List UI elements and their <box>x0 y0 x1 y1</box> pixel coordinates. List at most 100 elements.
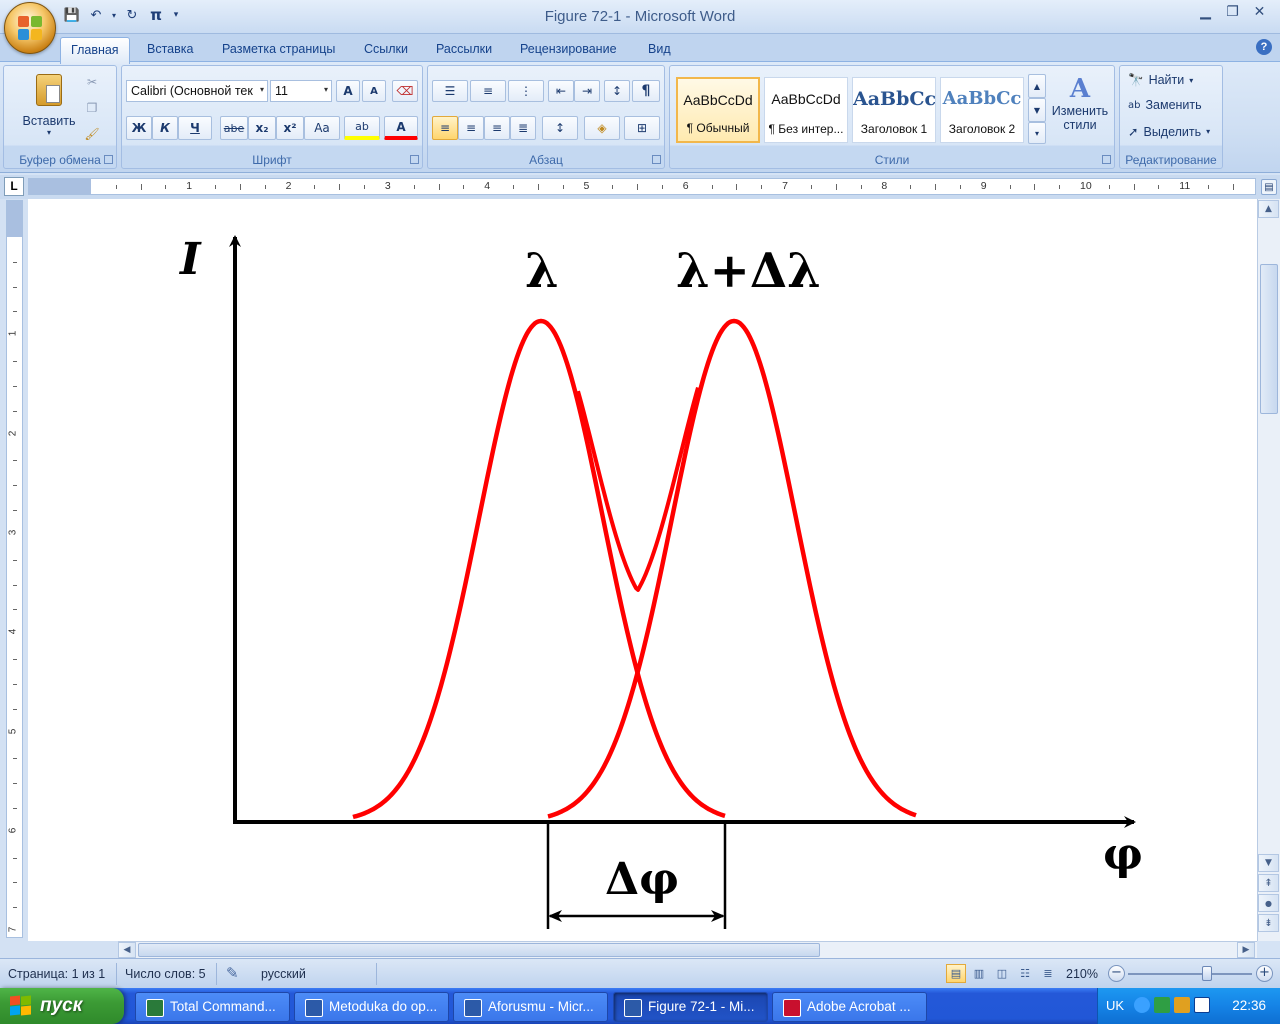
shading-icon[interactable]: ◈ <box>584 116 620 140</box>
sort-icon[interactable]: ↕ <box>604 80 630 102</box>
clear-formatting-icon[interactable]: ⌫ <box>392 80 418 102</box>
keyboard-language[interactable]: UK <box>1106 998 1124 1013</box>
copy-icon[interactable]: ❐ <box>82 98 102 118</box>
taskbar-item-total-commander[interactable]: Total Command... <box>135 992 290 1022</box>
full-screen-reading-view-icon[interactable]: ▥ <box>969 964 989 983</box>
paste-button[interactable]: Вставить ▾ <box>18 70 80 150</box>
show-marks-button[interactable]: ¶ <box>632 80 660 102</box>
horizontal-scrollbar[interactable]: ◀ ▶ <box>118 941 1257 958</box>
select-button[interactable]: ➚ Выделить ▾ <box>1128 124 1210 139</box>
change-case-button[interactable]: Aa <box>304 116 340 140</box>
numbering-icon[interactable]: ≡ <box>470 80 506 102</box>
horizontal-ruler[interactable]: 1 2 3 4 5 6 7 8 9 10 11 <box>28 178 1256 195</box>
format-painter-icon[interactable]: 🖌 <box>82 124 102 144</box>
page-count[interactable]: Страница: 1 из 1 <box>8 967 105 981</box>
device-tray-icon[interactable] <box>1174 997 1190 1013</box>
strikethrough-button[interactable]: abe <box>220 116 248 140</box>
justify-icon[interactable]: ≣ <box>510 116 536 140</box>
taskbar-item-metoduka[interactable]: Metoduka do op... <box>294 992 449 1022</box>
bullets-icon[interactable]: ☰ <box>432 80 468 102</box>
replace-button[interactable]: ab Заменить <box>1128 98 1202 112</box>
borders-icon[interactable]: ⊞ <box>624 116 660 140</box>
zoom-slider-track[interactable] <box>1128 973 1252 975</box>
style-heading-2[interactable]: AaBbCc Заголовок 2 <box>940 77 1024 143</box>
find-button[interactable]: 🔭 Найти ▾ <box>1128 72 1193 88</box>
tab-insert[interactable]: Вставка <box>147 40 193 62</box>
start-button[interactable]: пуск <box>0 988 124 1024</box>
highlight-button[interactable]: ab <box>344 116 380 140</box>
change-styles-button[interactable]: A Изменить стили <box>1048 72 1112 150</box>
close-icon[interactable]: ✕ <box>1247 4 1272 24</box>
grow-font-button[interactable]: A <box>336 80 360 102</box>
font-name-combo[interactable]: Calibri (Основной тек ▾ <box>126 80 268 102</box>
styles-more-icon[interactable]: ▾ <box>1028 122 1046 144</box>
align-left-icon[interactable]: ≡ <box>432 116 458 140</box>
shrink-font-button[interactable]: A <box>362 80 386 102</box>
underline-button[interactable]: Ч <box>178 116 212 140</box>
zoom-slider-thumb[interactable] <box>1202 966 1212 981</box>
tab-review[interactable]: Рецензирование <box>520 40 617 62</box>
spelling-check-icon[interactable]: ✎ <box>226 964 239 982</box>
draft-view-icon[interactable]: ≣ <box>1038 964 1058 983</box>
tab-page-layout[interactable]: Разметка страницы <box>222 40 335 62</box>
style-no-spacing[interactable]: AaBbCcDd ¶ Без интер... <box>764 77 848 143</box>
paragraph-launcher-icon[interactable] <box>652 155 661 164</box>
scroll-down-icon[interactable]: ▼ <box>1258 854 1279 872</box>
help-icon[interactable]: ? <box>1256 39 1272 55</box>
next-page-icon[interactable]: ⇟ <box>1258 914 1279 932</box>
style-normal[interactable]: AaBbCcDd ¶ Обычный <box>676 77 760 143</box>
vertical-scroll-thumb[interactable] <box>1260 264 1278 414</box>
tab-mailings[interactable]: Рассылки <box>436 40 492 62</box>
line-spacing-icon[interactable]: ↕ <box>542 116 578 140</box>
clipboard-launcher-icon[interactable] <box>104 155 113 164</box>
styles-scroll-down-icon[interactable]: ▼ <box>1028 98 1046 122</box>
zoom-out-icon[interactable]: − <box>1108 965 1125 982</box>
align-right-icon[interactable]: ≡ <box>484 116 510 140</box>
scroll-up-icon[interactable]: ▲ <box>1258 200 1279 218</box>
increase-indent-icon[interactable]: ⇥ <box>574 80 600 102</box>
italic-button[interactable]: К <box>152 116 178 140</box>
scroll-right-icon[interactable]: ▶ <box>1237 942 1255 958</box>
print-layout-view-icon[interactable]: ▤ <box>946 964 966 983</box>
media-player-icon[interactable] <box>1194 997 1210 1013</box>
superscript-button[interactable]: x² <box>276 116 304 140</box>
font-color-button[interactable]: A <box>384 116 418 140</box>
outline-view-icon[interactable]: ☷ <box>1015 964 1035 983</box>
vertical-ruler[interactable]: 1 2 3 4 5 6 7 <box>6 200 23 938</box>
app-tray-icon[interactable] <box>1154 997 1170 1013</box>
clock[interactable]: 22:36 <box>1232 998 1266 1013</box>
vertical-scrollbar[interactable]: ▲ ▼ ⇞ ● ⇟ <box>1257 199 1280 941</box>
minimize-icon[interactable]: ▁ <box>1193 4 1218 24</box>
network-icon[interactable] <box>1134 997 1150 1013</box>
taskbar-item-aforusmu[interactable]: Aforusmu - Micr... <box>453 992 608 1022</box>
horizontal-scroll-thumb[interactable] <box>138 943 820 957</box>
font-size-combo[interactable]: 11 ▾ <box>270 80 332 102</box>
tab-references[interactable]: Ссылки <box>364 40 408 62</box>
scroll-left-icon[interactable]: ◀ <box>118 942 136 958</box>
subscript-button[interactable]: x₂ <box>248 116 276 140</box>
web-layout-view-icon[interactable]: ◫ <box>992 964 1012 983</box>
taskbar-item-figure-72-1[interactable]: Figure 72-1 - Mi... <box>613 992 768 1022</box>
multilevel-list-icon[interactable]: ⋮ <box>508 80 544 102</box>
previous-page-icon[interactable]: ⇞ <box>1258 874 1279 892</box>
align-center-icon[interactable]: ≡ <box>458 116 484 140</box>
view-ruler-icon[interactable]: ▤ <box>1261 179 1277 195</box>
document-page[interactable]: I λ λ+Δλ φ Δφ <box>28 199 1257 941</box>
tab-view[interactable]: Вид <box>648 40 671 62</box>
word-count[interactable]: Число слов: 5 <box>125 967 206 981</box>
styles-launcher-icon[interactable] <box>1102 155 1111 164</box>
restore-icon[interactable]: ❐ <box>1220 4 1245 24</box>
zoom-level[interactable]: 210% <box>1066 967 1098 981</box>
font-launcher-icon[interactable] <box>410 155 419 164</box>
office-button[interactable] <box>4 2 56 54</box>
browse-object-icon[interactable]: ● <box>1258 894 1279 912</box>
styles-scroll-up-icon[interactable]: ▲ <box>1028 74 1046 98</box>
zoom-in-icon[interactable]: + <box>1256 965 1273 982</box>
style-heading-1[interactable]: AaBbCc Заголовок 1 <box>852 77 936 143</box>
decrease-indent-icon[interactable]: ⇤ <box>548 80 574 102</box>
cut-icon[interactable]: ✂ <box>82 72 102 92</box>
tab-home[interactable]: Главная <box>60 37 130 64</box>
taskbar-item-adobe-acrobat[interactable]: Adobe Acrobat ... <box>772 992 927 1022</box>
bold-button[interactable]: Ж <box>126 116 152 140</box>
tab-selector-button[interactable]: L <box>4 177 24 196</box>
